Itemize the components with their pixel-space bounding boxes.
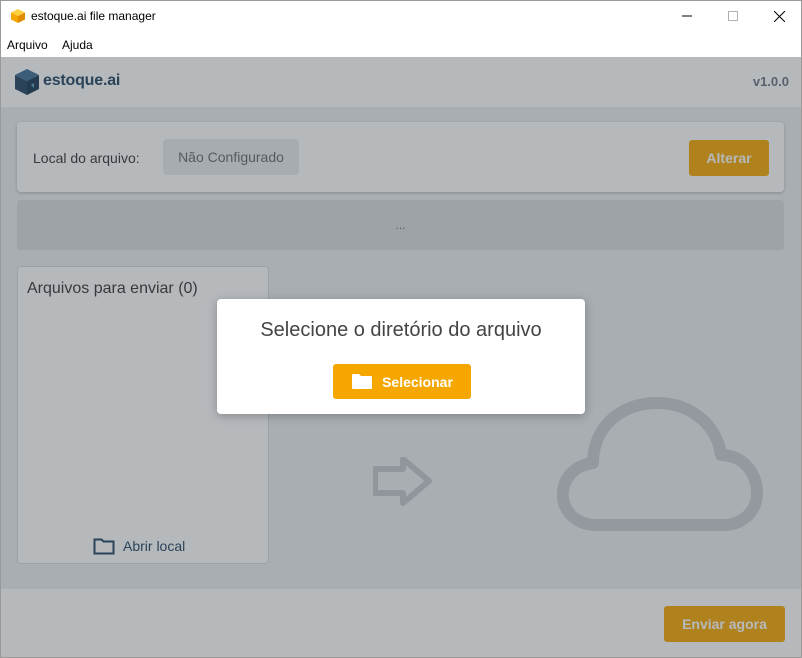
package-icon bbox=[11, 9, 25, 23]
window-title: estoque.ai file manager bbox=[31, 9, 156, 23]
modal-title: Selecione o diretório do arquivo bbox=[260, 319, 542, 341]
minimize-icon bbox=[682, 15, 692, 17]
app-area: estoque.ai v1.0.0 Local do arquivo: Não … bbox=[1, 57, 801, 657]
select-button-label: Selecionar bbox=[382, 373, 453, 390]
close-icon bbox=[773, 10, 785, 22]
minimize-button[interactable] bbox=[664, 1, 710, 31]
app-window: estoque.ai file manager Arquivo Ajuda es… bbox=[0, 0, 802, 658]
maximize-button[interactable] bbox=[710, 1, 756, 31]
maximize-icon bbox=[728, 11, 738, 21]
title-bar: estoque.ai file manager bbox=[1, 1, 801, 31]
select-directory-button[interactable]: Selecionar bbox=[333, 364, 471, 399]
close-button[interactable] bbox=[756, 1, 801, 31]
folder-icon bbox=[352, 374, 373, 389]
select-directory-modal: Selecione o diretório do arquivo Selecio… bbox=[217, 299, 585, 414]
menu-item-ajuda[interactable]: Ajuda bbox=[62, 38, 93, 52]
menu-item-arquivo[interactable]: Arquivo bbox=[7, 38, 48, 52]
menu-bar: Arquivo Ajuda bbox=[1, 31, 801, 57]
